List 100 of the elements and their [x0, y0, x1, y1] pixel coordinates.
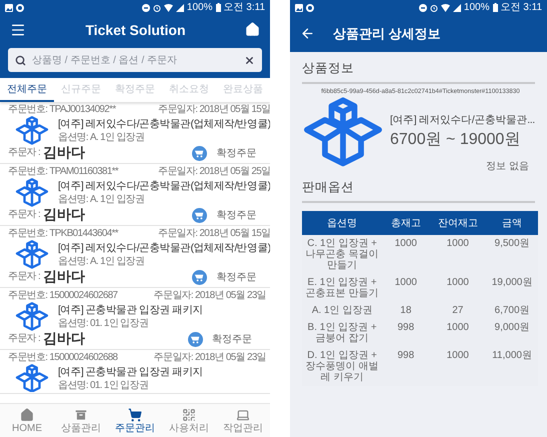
back-icon[interactable]: [300, 26, 315, 41]
table-cell: C. 1인 입장권 + 나무곤충 목걸이 만들기: [302, 234, 382, 274]
column-header: 옵션명: [302, 210, 382, 235]
option-name: 옵션명: 01. 1인 입장권: [58, 318, 150, 331]
info-note: 정보 없음: [485, 160, 529, 173]
nav-item[interactable]: 상품관리: [54, 404, 108, 437]
table-cell-text: 11,000원: [491, 348, 533, 363]
order-date: 주문일자: 2018년 05월 15일: [158, 228, 270, 240]
order-number: 주문번호: 15000024602688: [8, 352, 118, 364]
table-cell-text: 9,000원: [494, 320, 531, 335]
nav-item[interactable]: 주문관리: [108, 404, 162, 437]
nav-item[interactable]: 작업관리: [216, 404, 270, 437]
close-icon[interactable]: [244, 54, 255, 66]
box-icon: [15, 364, 49, 392]
wifi-icon: [440, 4, 450, 12]
menu-icon[interactable]: [10, 22, 26, 38]
nav-item[interactable]: 사용처리: [162, 404, 216, 437]
cart-icon: [188, 332, 203, 347]
orderer-name: 김바다: [43, 330, 86, 348]
cart-icon: [192, 208, 208, 223]
clock: 오전 3:11: [224, 2, 265, 12]
signal-icon: [176, 4, 184, 12]
wifi-icon: [164, 4, 173, 12]
order-number: 주문번호: TPAM01160381**: [8, 166, 118, 178]
box-icon: [15, 116, 49, 145]
box-icon: [15, 178, 49, 207]
table-cell-text: 6,700원: [494, 304, 531, 318]
box-icon: [15, 302, 49, 331]
do-not-disturb-icon: [418, 4, 427, 12]
alarm-icon: [152, 4, 161, 12]
order-item[interactable]: 주문번호: TPAM01160381** 주문일자: 2018년 05월 25일 [여주] 레저있수다/곤충박물관(업체제작/반영쿨) 옵션명: A. 1인 입장권 주문자 : 김바다 확정주문: [0, 164, 270, 226]
product-title: [여주] 곤충박물관 입장권 패키지: [58, 364, 204, 380]
table-cell-text: 1000: [446, 320, 470, 335]
table-cell-text: 1000: [394, 276, 418, 290]
orderer-label: 주문자 :: [8, 271, 40, 284]
battery-icon: [492, 3, 498, 12]
orderer-label: 주문자 :: [8, 209, 40, 222]
circle-icon: [16, 4, 24, 12]
orderer-name: 김바다: [43, 144, 86, 162]
orderer-name: 김바다: [43, 268, 86, 286]
table-cell-text: 998: [396, 348, 416, 363]
cart-icon: [192, 146, 208, 161]
clock: 오전 3:11: [500, 2, 542, 12]
search-icon: [15, 54, 26, 66]
orderer-label: 주문자 :: [8, 333, 40, 346]
option-name: 옵션명: A. 1인 입장권: [58, 256, 146, 269]
order-number: 주문번호: TPAJ00134092**: [8, 104, 116, 116]
table-cell-text: 1000: [446, 348, 470, 363]
table-cell: 1000: [382, 234, 430, 274]
order-status: 확정주문: [216, 271, 256, 284]
product-title: [여주] 레저있수다/곤충박물관(업체제작/반영쿨): [58, 240, 270, 256]
circle-icon: [306, 4, 314, 12]
image-icon: [295, 4, 303, 12]
price-range: 6700원 ~ 19000원: [390, 130, 522, 150]
table-cell-text: 1000: [446, 276, 470, 290]
option-name: 옵션명: A. 1인 입장권: [58, 132, 146, 145]
option-name: 옵션명: 01. 1인 입장권: [58, 380, 150, 392]
section-heading: 상품정보: [302, 60, 535, 84]
do-not-disturb-icon: [142, 4, 150, 12]
battery-icon: [216, 3, 220, 12]
column-header: 총재고: [382, 210, 430, 235]
table-cell-text: 19,000원: [490, 276, 534, 290]
signal-icon: [452, 4, 461, 12]
archive-icon: [74, 408, 88, 422]
table-cell-text: B. 1인 입장권 + 금붕어 잡기: [306, 320, 378, 346]
orderer-label: 주문자 :: [8, 147, 40, 160]
order-number: 주문번호: 15000024602687: [8, 290, 118, 302]
option-name: 옵션명: A. 1인 입장권: [58, 194, 146, 207]
order-date: 주문일자: 2018년 05월 23일: [154, 290, 266, 302]
order-item[interactable]: 주문번호: 15000024602688 주문일자: 2018년 05월 23일 [여주] 곤충박물관 입장권 패키지 옵션명: 01. 1인 입장권: [0, 350, 270, 394]
box-icon: [302, 97, 384, 167]
home-icon[interactable]: [245, 22, 260, 37]
table-cell-text: 18: [399, 304, 412, 318]
alarm-icon: [430, 4, 438, 12]
order-item[interactable]: 주문번호: TPKB01443604** 주문일자: 2018년 05월 15일 [여주] 레저있수다/곤충박물관(업체제작/반영쿨) 옵션명: A. 1인 입장권 주문자 : 김바다 확정주문: [0, 226, 270, 288]
order-number: 주문번호: TPKB01443604**: [8, 228, 118, 240]
order-date: 주문일자: 2018년 05월 23일: [154, 352, 266, 364]
column-header: 금액: [486, 210, 538, 235]
order-item[interactable]: 주문번호: 15000024602687 주문일자: 2018년 05월 23일 [여주] 곤충박물관 입장권 패키지 옵션명: 01. 1인 입장권 주문자 : 김바다 확정주문: [0, 288, 270, 350]
screen-title: 상품관리 상세정보: [333, 24, 442, 42]
product-title: [여주] 레저있수다/곤충박물관(업체제작/반영쿨): [58, 117, 270, 132]
battery-level: 100%: [464, 2, 490, 12]
order-item[interactable]: 주문번호: TPAJ00134092** 주문일자: 2018년 05월 15일 [여주] 레저있수다/곤충박물관(업체제작/반영쿨) 옵션명: A. 1인 입장권 주문자 : 김바다 확정주문: [0, 102, 270, 164]
orderer-name: 김바다: [43, 206, 86, 224]
table-cell-text: 27: [451, 304, 464, 318]
order-status: 확정주문: [212, 333, 252, 346]
order-status: 확정주문: [216, 209, 256, 222]
box-icon: [15, 240, 49, 269]
order-date: 주문일자: 2018년 05월 25일: [158, 166, 270, 178]
app-title: Ticket Solution: [84, 22, 187, 38]
product-title: [여주] 레저있수다/곤충박물관(업체제작/반영쿨): [58, 178, 270, 194]
battery-level: 100%: [186, 2, 212, 12]
laptop-icon: [236, 408, 250, 422]
qr-code-icon: [182, 408, 196, 422]
nav-item[interactable]: HOME: [0, 404, 54, 437]
image-icon: [5, 4, 13, 12]
search-field[interactable]: 상품명 / 주문번호 / 옵션 / 주문자: [8, 48, 262, 72]
section-heading: 판매옵션: [302, 178, 535, 203]
table-cell-text: A. 1인 입장권: [310, 304, 374, 318]
product-name: [여주] 레저있수다/곤충박물관...: [390, 113, 535, 128]
